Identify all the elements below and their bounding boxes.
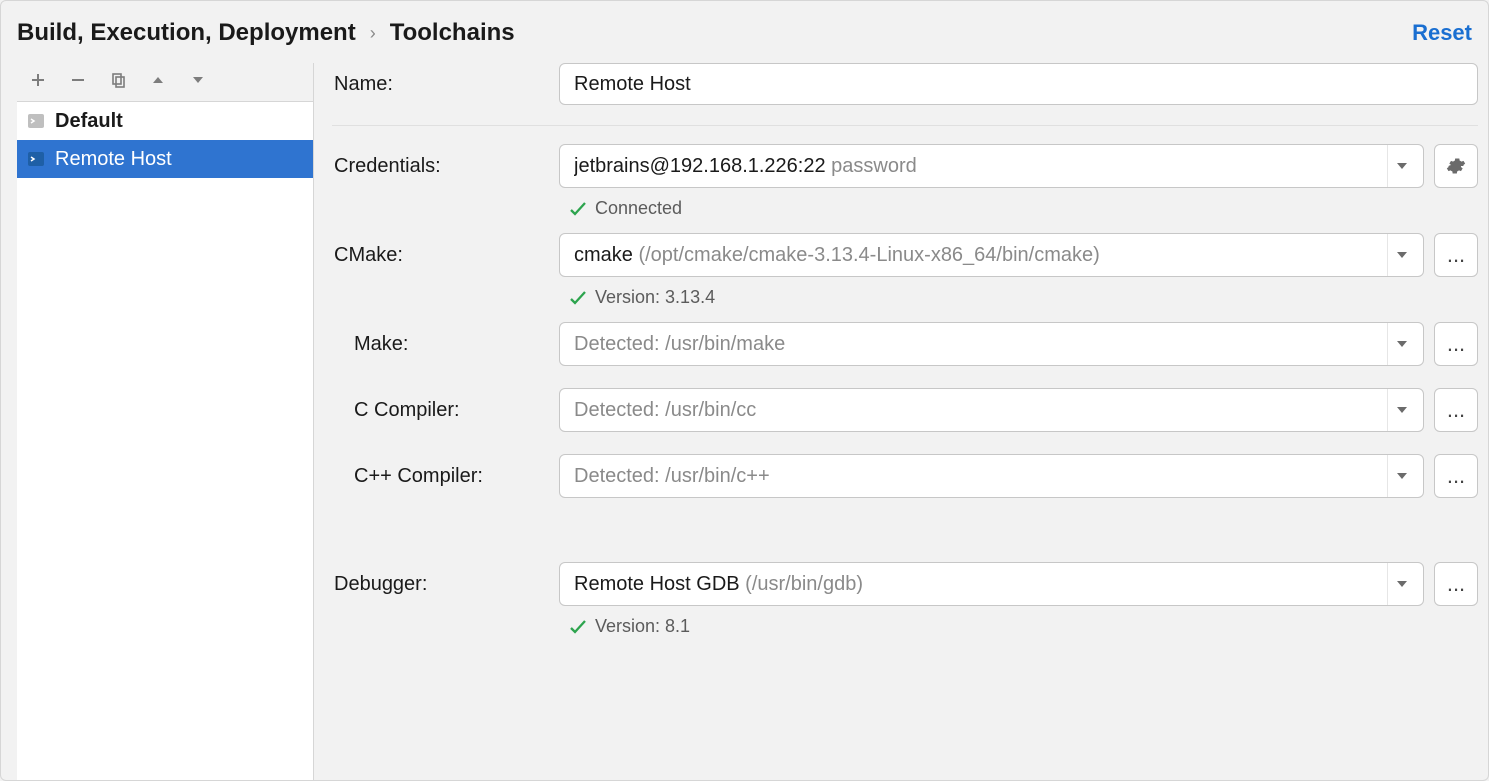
minus-icon: [70, 72, 86, 88]
check-icon: [569, 618, 587, 636]
cmake-status: Version: 3.13.4: [569, 287, 1478, 308]
copy-toolchain-button[interactable]: [107, 69, 129, 91]
breadcrumb-parent[interactable]: Build, Execution, Deployment: [17, 19, 356, 47]
chevron-down-icon: [1387, 389, 1415, 431]
chevron-up-icon: [151, 73, 165, 87]
move-up-button[interactable]: [147, 69, 169, 91]
breadcrumb: Build, Execution, Deployment › Toolchain…: [17, 19, 515, 47]
debugger-combo[interactable]: Remote Host GDB (/usr/bin/gdb): [559, 562, 1424, 606]
chevron-down-icon: [1387, 563, 1415, 605]
credentials-label: Credentials:: [332, 155, 549, 178]
sidebar-item-label: Default: [55, 110, 123, 133]
name-label: Name:: [332, 73, 549, 96]
c-compiler-combo[interactable]: Detected: /usr/bin/cc: [559, 388, 1424, 432]
move-down-button[interactable]: [187, 69, 209, 91]
make-browse-button[interactable]: ...: [1434, 322, 1478, 366]
make-placeholder: Detected: /usr/bin/make: [574, 333, 1387, 356]
cmake-browse-button[interactable]: ...: [1434, 233, 1478, 277]
chevron-down-icon: [191, 73, 205, 87]
debugger-label: Debugger:: [332, 573, 549, 596]
chevron-down-icon: [1387, 234, 1415, 276]
cmake-version-text: Version: 3.13.4: [595, 287, 715, 308]
row-debugger: Debugger: Remote Host GDB (/usr/bin/gdb)…: [332, 562, 1478, 606]
cmake-value: cmake: [574, 244, 633, 266]
cmake-combo[interactable]: cmake (/opt/cmake/cmake-3.13.4-Linux-x86…: [559, 233, 1424, 277]
sidebar-item-remote-host[interactable]: Remote Host: [17, 140, 313, 178]
chevron-down-icon: [1387, 145, 1415, 187]
c-compiler-label: C Compiler:: [332, 399, 549, 422]
credentials-combo[interactable]: jetbrains@192.168.1.226:22 password: [559, 144, 1424, 188]
name-input[interactable]: [559, 63, 1478, 105]
credentials-status-text: Connected: [595, 198, 682, 219]
sidebar-item-label: Remote Host: [55, 148, 172, 171]
debugger-browse-button[interactable]: ...: [1434, 562, 1478, 606]
chevron-down-icon: [1387, 323, 1415, 365]
sidebar-toolbar: [17, 63, 313, 101]
check-icon: [569, 289, 587, 307]
debugger-version-text: Version: 8.1: [595, 616, 690, 637]
copy-icon: [110, 72, 126, 88]
row-c-compiler: C Compiler: Detected: /usr/bin/cc ...: [332, 388, 1478, 432]
c-compiler-browse-button[interactable]: ...: [1434, 388, 1478, 432]
c-compiler-placeholder: Detected: /usr/bin/cc: [574, 399, 1387, 422]
cxx-compiler-browse-button[interactable]: ...: [1434, 454, 1478, 498]
row-name: Name:: [332, 63, 1478, 105]
credentials-status: Connected: [569, 198, 1478, 219]
credentials-auth-hint: password: [831, 155, 917, 177]
cmake-label: CMake:: [332, 244, 549, 267]
remove-toolchain-button[interactable]: [67, 69, 89, 91]
body: Default Remote Host Name:: [1, 55, 1488, 780]
cxx-compiler-combo[interactable]: Detected: /usr/bin/c++: [559, 454, 1424, 498]
make-combo[interactable]: Detected: /usr/bin/make: [559, 322, 1424, 366]
breadcrumb-separator-icon: ›: [370, 23, 376, 44]
debugger-path: (/usr/bin/gdb): [745, 573, 863, 595]
toolchain-list: Default Remote Host: [17, 101, 313, 780]
settings-panel: Build, Execution, Deployment › Toolchain…: [0, 0, 1489, 781]
check-icon: [569, 200, 587, 218]
row-cxx-compiler: C++ Compiler: Detected: /usr/bin/c++ ...: [332, 454, 1478, 498]
spacer: [332, 508, 1478, 562]
add-toolchain-button[interactable]: [27, 69, 49, 91]
reset-link[interactable]: Reset: [1412, 20, 1472, 46]
header: Build, Execution, Deployment › Toolchain…: [1, 1, 1488, 55]
sidebar-item-default[interactable]: Default: [17, 102, 313, 140]
toolchain-form: Name: Credentials: jetbrains@192.168.1.2…: [314, 63, 1488, 780]
cxx-compiler-placeholder: Detected: /usr/bin/c++: [574, 465, 1387, 488]
sidebar: Default Remote Host: [17, 63, 314, 780]
cmake-path: (/opt/cmake/cmake-3.13.4-Linux-x86_64/bi…: [638, 244, 1099, 266]
debugger-status: Version: 8.1: [569, 616, 1478, 637]
debugger-value: Remote Host GDB: [574, 573, 740, 595]
row-cmake: CMake: cmake (/opt/cmake/cmake-3.13.4-Li…: [332, 233, 1478, 277]
row-credentials: Credentials: jetbrains@192.168.1.226:22 …: [332, 144, 1478, 188]
plus-icon: [30, 72, 46, 88]
divider: [332, 125, 1478, 126]
row-make: Make: Detected: /usr/bin/make ...: [332, 322, 1478, 366]
terminal-remote-icon: [27, 150, 45, 168]
credentials-settings-button[interactable]: [1434, 144, 1478, 188]
credentials-value: jetbrains@192.168.1.226:22: [574, 155, 826, 177]
chevron-down-icon: [1387, 455, 1415, 497]
terminal-default-icon: [27, 112, 45, 130]
cxx-compiler-label: C++ Compiler:: [332, 465, 549, 488]
make-label: Make:: [332, 333, 549, 356]
gear-icon: [1446, 156, 1466, 176]
breadcrumb-current: Toolchains: [390, 19, 515, 47]
